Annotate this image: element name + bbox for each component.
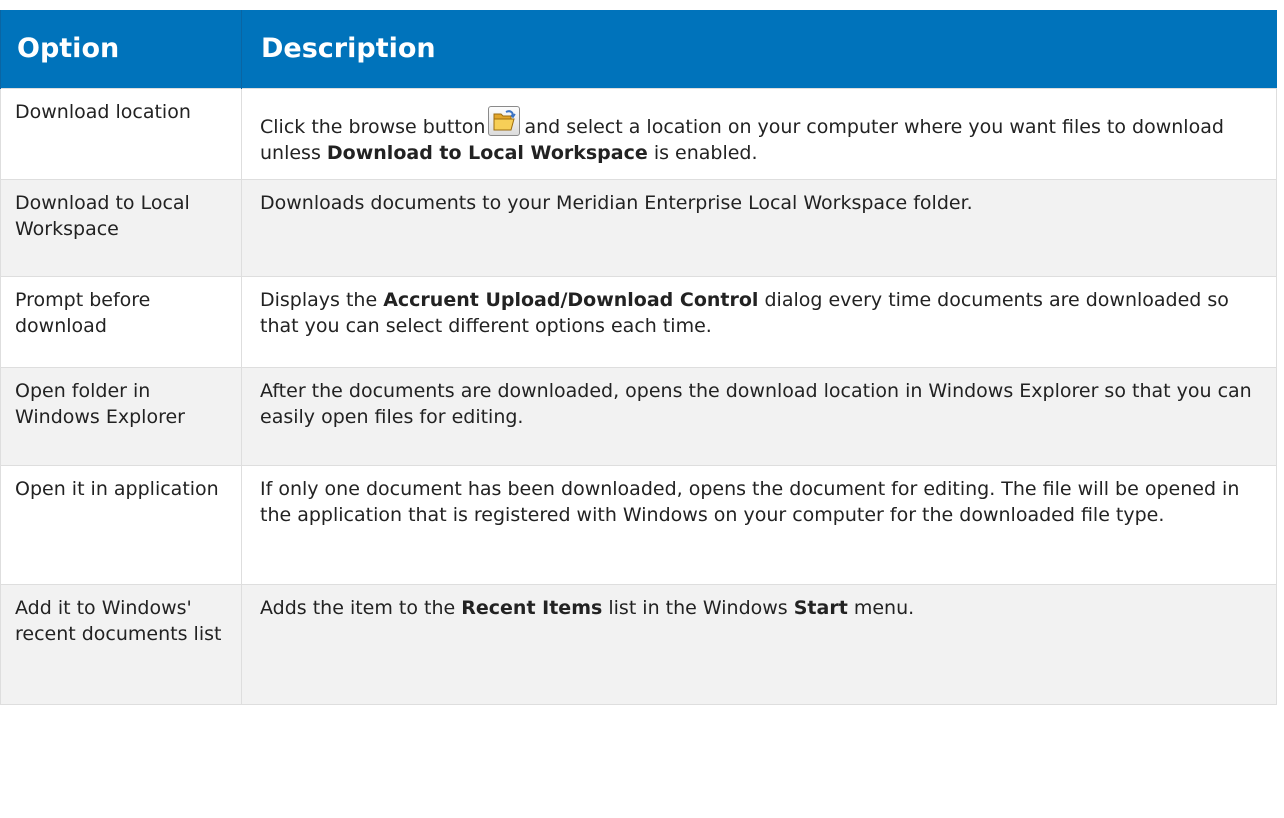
description-cell: Adds the item to the Recent Items list i… [241, 583, 1277, 705]
table-row: Open folder in Windows Explorer After th… [0, 366, 1277, 466]
ui-term: Recent Items [461, 596, 603, 619]
option-cell: Prompt before download [0, 275, 242, 368]
description-text: Click the browse button [260, 115, 486, 138]
option-cell: Download location [0, 87, 242, 180]
description-text: If only one document has been downloaded… [260, 477, 1240, 527]
options-table: Option Description Download location Cli… [0, 10, 1277, 705]
table-row: Add it to Windows' recent documents list… [0, 583, 1277, 705]
description-column-header: Description [241, 10, 1277, 88]
description-cell: Downloads documents to your Meridian Ent… [241, 178, 1277, 277]
option-cell: Open it in application [0, 464, 242, 585]
description-text: Downloads documents to your Meridian Ent… [260, 191, 973, 214]
ui-term: Accruent Upload/Download Control [383, 288, 759, 311]
description-text: Displays the [260, 288, 378, 311]
option-column-header: Option [0, 10, 242, 88]
table-header-row: Option Description [0, 10, 1277, 88]
description-cell: Displays the Accruent Upload/Download Co… [241, 275, 1277, 368]
description-cell: After the documents are downloaded, open… [241, 366, 1277, 466]
option-cell: Open folder in Windows Explorer [0, 366, 242, 466]
ui-term: Download to Local Workspace [326, 142, 648, 164]
browse-button[interactable] [488, 105, 521, 136]
ui-term: Start [793, 596, 848, 619]
description-cell: Click the browse button and select a loca… [241, 87, 1277, 180]
table-row: Download location Click the browse butto… [0, 87, 1277, 180]
description-text: Adds the item to the [260, 596, 456, 619]
table-row: Prompt before download Displays the Accr… [0, 275, 1277, 368]
description-text: After the documents are downloaded, open… [260, 379, 1252, 429]
folder-open-icon [493, 109, 517, 130]
description-text: list in the Windows [608, 596, 788, 619]
table-row: Download to Local Workspace Downloads do… [0, 178, 1277, 277]
option-cell: Add it to Windows' recent documents list [0, 583, 242, 705]
description-text: is enabled. [653, 142, 758, 164]
description-cell: If only one document has been downloaded… [241, 464, 1277, 585]
option-cell: Download to Local Workspace [0, 178, 242, 277]
table-row: Open it in application If only one docum… [0, 464, 1277, 585]
description-text: menu. [853, 596, 915, 619]
